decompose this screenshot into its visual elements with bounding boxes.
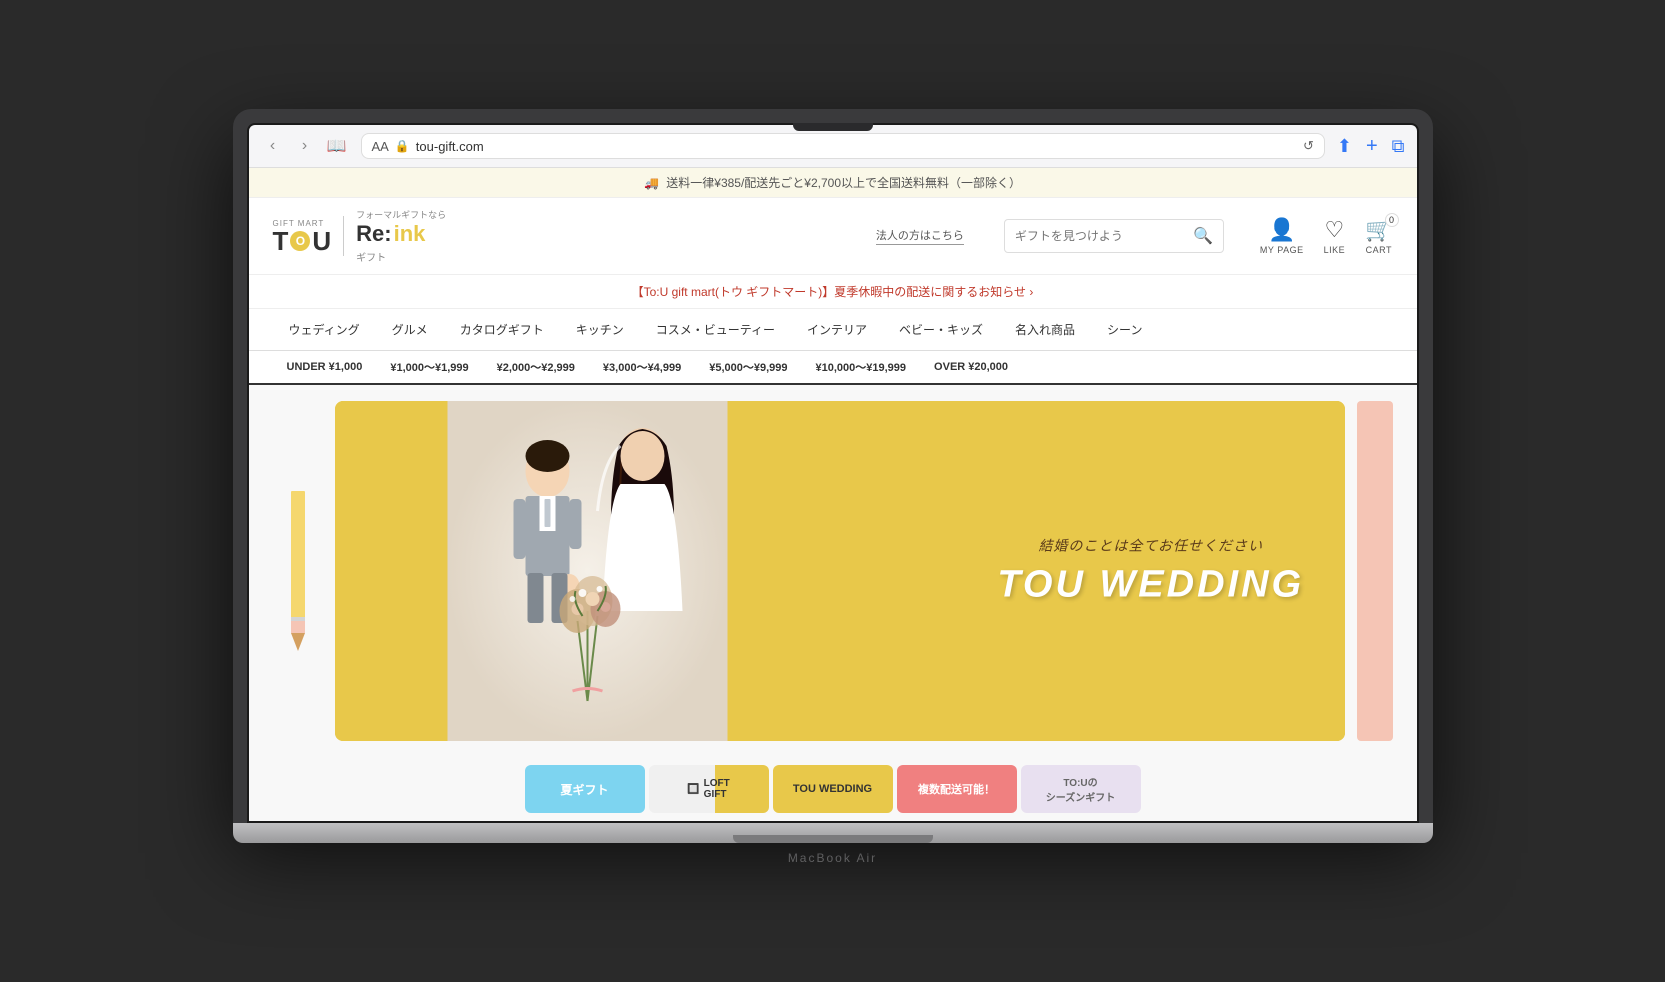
heart-icon: ♡	[1324, 217, 1344, 243]
mypage-button[interactable]: 👤 MY PAGE	[1260, 217, 1304, 255]
price-2000-2999[interactable]: ¥2,000〜¥2,999	[483, 351, 589, 383]
mypage-label: MY PAGE	[1260, 245, 1304, 255]
address-bar[interactable]: AA 🔒 tou-gift.com ↺	[361, 133, 1325, 159]
thumb-natsu-label: 夏ギフト	[560, 781, 608, 798]
browser-nav: ‹ › 📖	[261, 134, 349, 158]
loft-logo: 🔲	[687, 784, 699, 795]
laptop-notch	[793, 123, 873, 131]
thumb-tou-wedding[interactable]: TOU WEDDING	[773, 765, 893, 813]
tou-logo[interactable]: GIFT MART T O U	[273, 219, 332, 254]
corporate-link[interactable]: 法人の方はこちら	[876, 227, 964, 245]
cart-button[interactable]: 🛒 0 CART	[1365, 217, 1392, 255]
logo-u: U	[312, 228, 331, 254]
left-decoration	[273, 401, 323, 741]
price-nav: UNDER ¥1,000 ¥1,000〜¥1,999 ¥2,000〜¥2,999…	[249, 351, 1417, 385]
nav-scene[interactable]: シーン	[1091, 309, 1158, 350]
price-5000-9999[interactable]: ¥5,000〜¥9,999	[695, 351, 801, 383]
announcement-bar: 🚚 送料一律¥385/配送先ごと¥2,700以上で全国送料無料（一部除く）	[249, 168, 1417, 198]
price-1000-1999[interactable]: ¥1,000〜¥1,999	[376, 351, 482, 383]
nav-kitchen[interactable]: キッチン	[560, 309, 640, 350]
reink-main: Re:	[356, 221, 391, 247]
nav-cosme[interactable]: コスメ・ビューティー	[640, 309, 791, 350]
truck-icon: 🚚	[644, 176, 659, 190]
hero-subtitle: 結婚のことは全てお任せください	[997, 536, 1304, 556]
notification-bar[interactable]: 【To:U gift mart(トウ ギフトマート)】夏季休暇中の配送に関するお…	[249, 275, 1417, 309]
main-nav: ウェディング グルメ カタログギフト キッチン コスメ・ビューティー インテリア…	[249, 309, 1417, 351]
reink-logo[interactable]: フォーマルギフトなら Re: ink ギフト	[356, 208, 446, 264]
nav-gourmet[interactable]: グルメ	[376, 309, 444, 350]
cart-label: CART	[1366, 245, 1392, 255]
thumb-tou-wedding-label: TOU WEDDING	[793, 783, 872, 795]
laptop-model-label: MacBook Air	[780, 843, 885, 873]
like-label: LIKE	[1324, 245, 1346, 255]
laptop-base-notch	[733, 835, 933, 843]
new-tab-icon[interactable]: +	[1366, 135, 1378, 158]
logo-divider	[343, 216, 344, 256]
header-center: 法人の方はこちら	[553, 227, 984, 245]
reink-sub: フォーマルギフトなら	[356, 208, 446, 221]
laptop-frame: ‹ › 📖 AA 🔒 tou-gift.com ↺ ⬆ + ⧉	[233, 109, 1433, 823]
nav-baby[interactable]: ベビー・キッズ	[883, 309, 999, 350]
website-content: 🚚 送料一律¥385/配送先ごと¥2,700以上で全国送料無料（一部除く） GI…	[249, 168, 1417, 821]
hero-banner[interactable]: 結婚のことは全てお任せください TOU WEDDING	[335, 401, 1345, 741]
bookmarks-icon[interactable]: 📖	[325, 134, 349, 158]
price-3000-4999[interactable]: ¥3,000〜¥4,999	[589, 351, 695, 383]
thumb-fukusu-label: 複数配送可能！	[918, 781, 995, 797]
reink-ink: ink	[394, 221, 426, 247]
thumbnail-strip: 夏ギフト 🔲 LOFTGIFT TOU WEDDING 複数配送可能！ TO:U…	[249, 757, 1417, 821]
logo-area: GIFT MART T O U フォ	[273, 208, 533, 264]
forward-button[interactable]: ›	[293, 134, 317, 158]
right-decoration	[1357, 401, 1393, 741]
price-10000-19999[interactable]: ¥10,000〜¥19,999	[802, 351, 921, 383]
logo-circle: O	[290, 231, 310, 251]
thumb-natsu[interactable]: 夏ギフト	[525, 765, 645, 813]
person-icon: 👤	[1268, 217, 1295, 243]
price-over-20000[interactable]: OVER ¥20,000	[920, 353, 1022, 381]
share-icon[interactable]: ⬆	[1337, 136, 1352, 157]
hero-section: 結婚のことは全てお任せください TOU WEDDING	[249, 385, 1417, 757]
thumb-season-label: TO:Uのシーズンギフト	[1046, 774, 1116, 804]
url-text: tou-gift.com	[416, 139, 484, 154]
hero-title: TOU WEDDING	[997, 564, 1304, 607]
thumb-loft[interactable]: 🔲 LOFTGIFT	[649, 765, 769, 813]
browser-chrome: ‹ › 📖 AA 🔒 tou-gift.com ↺ ⬆ + ⧉	[249, 125, 1417, 168]
lock-icon: 🔒	[395, 139, 410, 153]
cart-icon-container: 🛒 0	[1365, 217, 1392, 243]
nav-wedding[interactable]: ウェディング	[273, 309, 376, 350]
search-icon[interactable]: 🔍	[1193, 226, 1213, 246]
back-button[interactable]: ‹	[261, 134, 285, 158]
announcement-text: 送料一律¥385/配送先ごと¥2,700以上で全国送料無料（一部除く）	[666, 176, 1021, 190]
couple-illustration	[335, 401, 840, 741]
thumb-fukusu[interactable]: 複数配送可能！	[897, 765, 1017, 813]
laptop-base	[233, 823, 1433, 843]
price-under-1000[interactable]: UNDER ¥1,000	[273, 353, 377, 381]
header-icons: 👤 MY PAGE ♡ LIKE 🛒 0 CART	[1260, 217, 1393, 255]
nav-name[interactable]: 名入れ商品	[999, 309, 1091, 350]
like-button[interactable]: ♡ LIKE	[1324, 217, 1346, 255]
hero-text-area: 結婚のことは全てお任せください TOU WEDDING	[997, 536, 1304, 607]
notification-text: 【To:U gift mart(トウ ギフトマート)】夏季休暇中の配送に関するお…	[632, 285, 1034, 299]
reload-icon[interactable]: ↺	[1303, 138, 1314, 154]
search-input[interactable]	[1015, 229, 1187, 243]
logo-t: T	[273, 228, 289, 254]
aa-label: AA	[372, 139, 389, 154]
nav-interior[interactable]: インテリア	[791, 309, 883, 350]
search-bar[interactable]: 🔍	[1004, 219, 1224, 253]
cart-badge: 0	[1385, 213, 1399, 227]
pencil-svg	[283, 491, 313, 651]
reink-note: ギフト	[356, 249, 446, 264]
tabs-icon[interactable]: ⧉	[1392, 136, 1405, 157]
thumb-loft-label: LOFTGIFT	[704, 778, 730, 800]
thumb-season[interactable]: TO:Uのシーズンギフト	[1021, 765, 1141, 813]
site-header: GIFT MART T O U フォ	[249, 198, 1417, 275]
laptop-screen: ‹ › 📖 AA 🔒 tou-gift.com ↺ ⬆ + ⧉	[247, 123, 1419, 823]
nav-catalog[interactable]: カタログギフト	[444, 309, 560, 350]
browser-actions: ⬆ + ⧉	[1337, 135, 1405, 158]
